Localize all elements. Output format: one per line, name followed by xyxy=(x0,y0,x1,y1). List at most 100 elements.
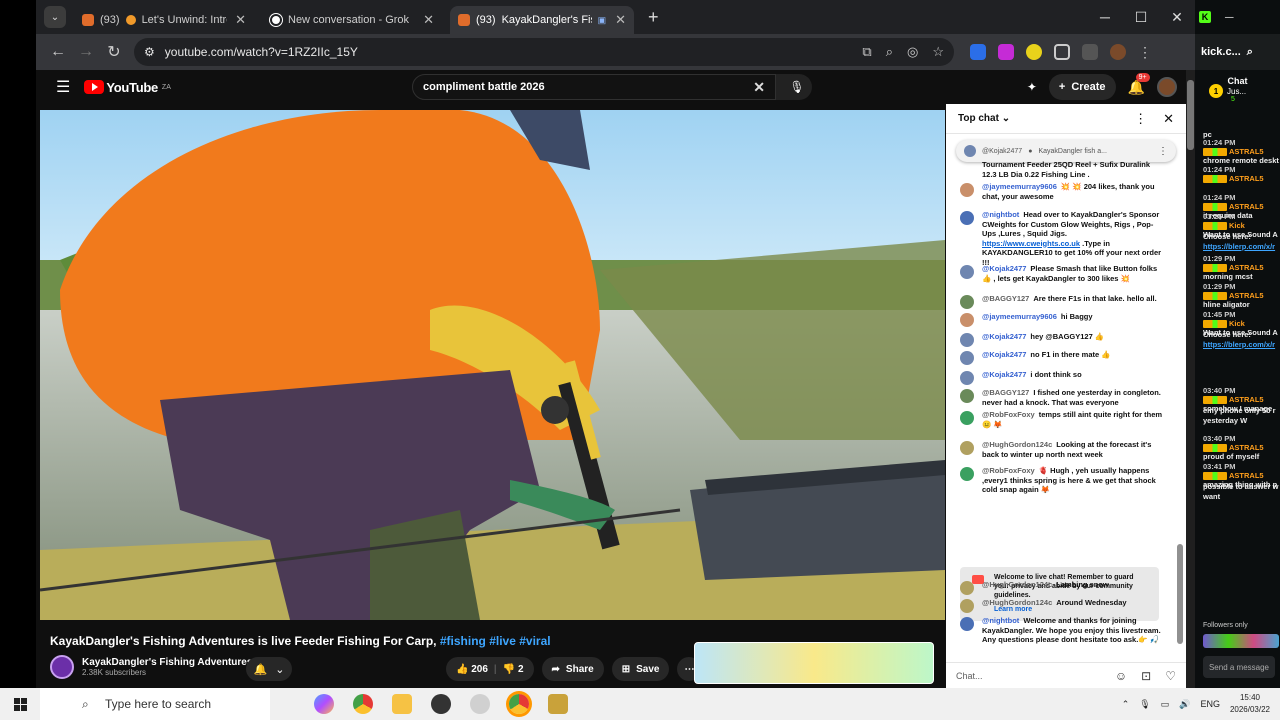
chat-mode-selector[interactable]: Top chat ⌄ xyxy=(958,113,1010,124)
new-tab-button[interactable]: + xyxy=(648,7,659,28)
close-tab-icon[interactable]: ✕ xyxy=(615,12,626,28)
chat-author[interactable]: @BAGGY127 xyxy=(982,388,1029,397)
language-indicator[interactable]: ENG xyxy=(1200,699,1220,709)
avatar[interactable] xyxy=(960,581,974,595)
save-button[interactable]: ⊞ Save xyxy=(611,657,670,681)
heart-icon[interactable]: ♡ xyxy=(1165,669,1176,683)
chat-author[interactable]: @Kojak2477 xyxy=(982,350,1026,359)
kick-top-supporter[interactable]: 1 Jus... xyxy=(1209,84,1246,98)
bookmark-star-icon[interactable]: ☆ xyxy=(932,44,944,60)
avatar[interactable] xyxy=(960,617,974,631)
avatar[interactable] xyxy=(960,265,974,279)
account-avatar[interactable] xyxy=(1157,77,1177,97)
avatar[interactable] xyxy=(960,211,974,225)
avatar[interactable] xyxy=(960,333,974,347)
avatar[interactable] xyxy=(960,467,974,481)
avatar[interactable] xyxy=(960,183,974,197)
start-button[interactable] xyxy=(0,697,40,711)
video-player[interactable] xyxy=(40,110,945,620)
picture-in-picture-icon[interactable]: ▣ xyxy=(598,15,607,26)
kick-message[interactable]: 01:29 PM ASTRAL5 hline aligator xyxy=(1203,282,1280,309)
chat-author[interactable]: @Kojak2477 xyxy=(982,370,1026,379)
clear-search-icon[interactable]: ✕ xyxy=(753,79,765,96)
chevron-up-icon[interactable]: ⌃ xyxy=(1122,699,1130,710)
kick-message[interactable]: want xyxy=(1203,492,1280,501)
avatar[interactable] xyxy=(960,599,974,613)
kick-message[interactable]: https://blerp.com/x/r xyxy=(1203,340,1280,349)
cast-icon[interactable]: ⧉ xyxy=(862,44,871,60)
chat-author[interactable]: @Kojak2477 xyxy=(982,332,1026,341)
chat-scrollbar[interactable] xyxy=(1176,134,1184,654)
kick-message[interactable]: 03:40 PM ASTRAL5 proud of myself xyxy=(1203,434,1280,461)
address-bar[interactable]: ⚙ youtube.com/watch?v=1RZ2IIc_15Y ⧉ ⌕ ◎ … xyxy=(134,38,954,66)
chat-message[interactable]: @HughGordon124c Looking at the forecast i… xyxy=(960,440,1164,459)
volume-icon[interactable]: 🔊 xyxy=(1179,699,1190,710)
avatar[interactable] xyxy=(960,313,974,327)
chat-message[interactable]: @jaymeemurray9606 💥 💥 204 likes, thank yo… xyxy=(960,182,1164,201)
chat-message[interactable]: @HughGordon124c Lambing snow xyxy=(960,580,1164,595)
zoom-icon[interactable]: ⌕ xyxy=(886,44,893,60)
chat-author[interactable]: @HughGordon124c xyxy=(982,440,1052,449)
dislike-button[interactable]: 👎 2 xyxy=(503,664,524,675)
close-chat-icon[interactable]: ✕ xyxy=(1163,111,1174,127)
chat-message[interactable]: @Kojak2477 i dont think so xyxy=(960,370,1164,385)
avatar[interactable] xyxy=(960,411,974,425)
copilot-icon[interactable] xyxy=(314,694,334,714)
page-scrollbar[interactable] xyxy=(1186,70,1195,688)
minimize-icon[interactable]: ─ xyxy=(1225,10,1234,24)
tab-lets-unwind[interactable]: (93) Let's Unwind: Introvert ✕ xyxy=(74,6,254,34)
scroll-thumb[interactable] xyxy=(1177,544,1183,644)
chat-author[interactable]: @jaymeemurray9606 xyxy=(982,312,1057,321)
avatar[interactable] xyxy=(960,441,974,455)
browser-menu-icon[interactable]: ⋮ xyxy=(1138,44,1152,60)
more-icon[interactable]: ⌕ xyxy=(1247,46,1253,59)
promo-banner-thumbnail[interactable] xyxy=(694,642,934,684)
kick-username[interactable]: ASTRAL5 xyxy=(1229,443,1264,452)
avatar[interactable] xyxy=(960,389,974,403)
chat-author[interactable]: @nightbot xyxy=(982,616,1019,625)
media-controls-icon[interactable] xyxy=(1082,44,1098,60)
kick-username[interactable]: ASTRAL5 xyxy=(1229,174,1264,183)
notifications-bell-icon[interactable]: 🔔 9+ xyxy=(1128,72,1150,96)
minecraft-icon[interactable] xyxy=(548,694,568,714)
reload-icon[interactable]: ↻ xyxy=(100,42,128,62)
emoji-icon[interactable]: ☺ xyxy=(1115,669,1127,683)
channel-avatar[interactable] xyxy=(50,655,74,679)
kick-username[interactable]: Kick xyxy=(1229,221,1245,230)
chat-link[interactable]: https://www.cweights.co.uk xyxy=(982,239,1080,248)
chat-more-icon[interactable]: ⋮ xyxy=(1134,111,1147,127)
extension-puzzle-icon[interactable]: ✦ xyxy=(1027,80,1037,94)
create-button[interactable]: + Create xyxy=(1048,74,1116,100)
chat-author[interactable]: @nightbot xyxy=(982,210,1019,219)
kick-text[interactable]: https://blerp.com/x/r xyxy=(1203,242,1280,251)
chat-message[interactable]: @Kojak2477 no F1 in there mate 👍 xyxy=(960,350,1164,365)
kick-username[interactable]: ASTRAL5 xyxy=(1229,395,1264,404)
close-tab-icon[interactable]: ✕ xyxy=(423,12,434,28)
chat-author[interactable]: @Kojak2477 xyxy=(982,264,1026,273)
chat-author[interactable]: @BAGGY127 xyxy=(982,294,1029,303)
chat-author[interactable]: @HughGordon124c xyxy=(982,580,1052,589)
pinned-more-icon[interactable]: ⋮ xyxy=(1158,146,1168,157)
kick-message[interactable]: emy phone only 50 r xyxy=(1203,406,1280,415)
kick-message[interactable]: yesterday W xyxy=(1203,416,1280,425)
kick-message[interactable]: https://blerp.com/x/r xyxy=(1203,242,1280,251)
chrome-icon[interactable] xyxy=(353,694,373,714)
chrome-profile-icon[interactable] xyxy=(509,694,529,714)
avatar[interactable] xyxy=(960,295,974,309)
chat-message[interactable]: @HughGordon124c Around Wednesday xyxy=(960,598,1164,613)
tab-grok[interactable]: New conversation - Grok ✕ xyxy=(262,6,442,34)
kick-username[interactable]: Kick xyxy=(1229,319,1245,328)
minimize-icon[interactable]: ─ xyxy=(1087,0,1123,34)
kick-message[interactable]: 01:29 PM ASTRAL5 morning mcst xyxy=(1203,254,1280,281)
chat-message[interactable]: Tournament Feeder 25QD Reel + Sufix Dura… xyxy=(960,160,1164,179)
chat-message[interactable]: @RobFoxFoxy 🫀 Hugh , yeh usually happens … xyxy=(960,466,1164,495)
youtube-search-input[interactable]: compliment battle 2026 ✕ xyxy=(412,74,776,100)
kick-message-input[interactable]: Send a message xyxy=(1203,656,1275,678)
maximize-icon[interactable]: ☐ xyxy=(1123,0,1159,34)
kick-username[interactable]: ASTRAL5 xyxy=(1229,263,1264,272)
chat-message[interactable]: @nightbot Head over to KayakDangler's Spo… xyxy=(960,210,1164,267)
kick-message[interactable]: 01:24 PM ASTRAL5 chrome remote deskt xyxy=(1203,138,1280,165)
avatar[interactable] xyxy=(960,351,974,365)
avatar[interactable] xyxy=(960,371,974,385)
close-tab-icon[interactable]: ✕ xyxy=(235,12,246,28)
